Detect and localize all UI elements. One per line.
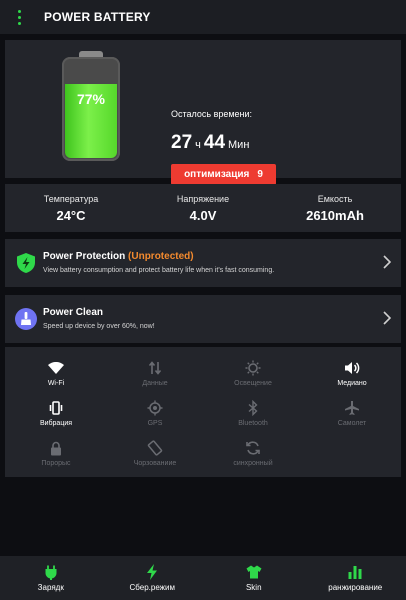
- ranking-icon: [348, 564, 362, 580]
- protection-status: (Unprotected): [128, 251, 194, 262]
- chevron-right-icon: [383, 311, 392, 330]
- toggle-lock[interactable]: Порорыс: [8, 439, 104, 475]
- toggle-label: Вибрация: [39, 420, 73, 427]
- bluetooth-icon: [205, 399, 301, 417]
- menu-dots-icon[interactable]: [8, 9, 30, 25]
- time-remaining-label: Осталось времени:: [171, 109, 253, 119]
- gps-icon: [107, 399, 203, 417]
- data-icon: [107, 359, 203, 377]
- sync-icon: [205, 439, 301, 457]
- quick-toggles-panel: Wi-Fi Данные Освещение Медиано Вибрация …: [5, 347, 401, 477]
- battery-card: 77% Осталось времени: 27 ч 44 Мин оптимизац…: [5, 40, 401, 185]
- power-protection-title-text: Power Protection: [43, 251, 126, 262]
- wifi-icon: [8, 359, 104, 377]
- power-protection-description: View battery consumption and protect bat…: [43, 267, 275, 274]
- temperature-label: Температура: [43, 194, 99, 204]
- voltage-label: Напряжение: [176, 194, 230, 204]
- volume-icon: [304, 359, 400, 377]
- toggle-brightness[interactable]: Освещение: [205, 359, 301, 395]
- toggle-label: Wi-Fi: [47, 380, 65, 387]
- toggle-sync[interactable]: синхронный: [205, 439, 301, 475]
- lock-icon: [8, 439, 104, 457]
- power-protection-title: Power Protection (Unprotected): [43, 251, 194, 262]
- top-bar: POWER BATTERY: [0, 0, 406, 34]
- toggle-wifi[interactable]: Wi-Fi: [8, 359, 104, 395]
- nav-charge[interactable]: Зарядк: [0, 556, 102, 600]
- voltage-value: 4.0V: [189, 208, 217, 223]
- toggle-volume[interactable]: Медиано: [304, 359, 400, 395]
- hours-value: 27: [171, 132, 193, 153]
- power-protection-item[interactable]: Power Protection (Unprotected) View batt…: [5, 239, 401, 287]
- toggle-data[interactable]: Данные: [107, 359, 203, 395]
- power-clean-title: Power Clean: [43, 307, 104, 318]
- minutes-unit: Мин: [228, 139, 250, 151]
- toggle-label: Освещение: [234, 380, 272, 387]
- nav-skin[interactable]: Skin: [203, 556, 305, 600]
- brightness-icon: [205, 359, 301, 377]
- nav-saving-mode[interactable]: Сбер.режим: [102, 556, 204, 600]
- toggle-label: Чорзованиие: [133, 460, 177, 467]
- hours-unit: ч: [195, 139, 201, 151]
- vibrate-icon: [8, 399, 104, 417]
- nav-label: Зарядк: [37, 583, 64, 592]
- power-clean-description: Speed up device by over 60%, now!: [43, 323, 155, 330]
- temperature-value: 24°C: [56, 208, 86, 223]
- toggle-label: Медиано: [337, 380, 367, 387]
- nav-label: ранжирование: [328, 583, 383, 592]
- broom-icon: [15, 308, 37, 330]
- chevron-right-icon: [383, 255, 392, 274]
- optimize-count: 9: [257, 169, 263, 180]
- optimize-button[interactable]: оптимизация 9: [171, 164, 276, 185]
- shield-icon: [15, 252, 37, 274]
- capacity-stat: Емкость 2610mAh: [269, 184, 401, 223]
- bottom-navigation: Зарядк Сбер.режим Skin ранжирование: [0, 556, 406, 600]
- toggle-gps[interactable]: GPS: [107, 399, 203, 435]
- toggle-label: Самолет: [337, 420, 367, 427]
- nav-label: Skin: [245, 583, 262, 592]
- bolt-icon: [146, 564, 158, 580]
- rotate-icon: [107, 439, 203, 457]
- toggle-label: Bluetooth: [238, 420, 268, 427]
- battery-percent: 77%: [76, 91, 106, 107]
- toggle-label: Порорыс: [41, 460, 71, 467]
- toggle-label: синхронный: [233, 460, 273, 467]
- time-remaining-value: 27 ч 44 Мин: [171, 132, 252, 154]
- voltage-stat: Напряжение 4.0V: [137, 184, 269, 223]
- nav-label: Сбер.режим: [129, 583, 176, 592]
- toggle-vibration[interactable]: Вибрация: [8, 399, 104, 435]
- toggle-label: Данные: [142, 380, 168, 387]
- charger-icon: [44, 564, 58, 580]
- minutes-value: 44: [203, 132, 226, 153]
- nav-ranking[interactable]: ранжирование: [305, 556, 406, 600]
- capacity-label: Емкость: [317, 194, 353, 204]
- airplane-icon: [304, 399, 400, 417]
- optimize-label: оптимизация: [184, 169, 250, 180]
- battery-stats-card: Температура 24°C Напряжение 4.0V Емкость…: [5, 184, 401, 232]
- app-title: POWER BATTERY: [44, 10, 151, 24]
- battery-icon: 77%: [62, 51, 120, 161]
- power-clean-item[interactable]: Power Clean Speed up device by over 60%,…: [5, 295, 401, 343]
- toggle-airplane[interactable]: Самолет: [304, 399, 400, 435]
- toggle-label: GPS: [147, 420, 163, 427]
- capacity-value: 2610mAh: [306, 208, 364, 223]
- toggle-bluetooth[interactable]: Bluetooth: [205, 399, 301, 435]
- toggle-rotation[interactable]: Чорзованиие: [107, 439, 203, 475]
- temperature-stat: Температура 24°C: [5, 184, 137, 223]
- shirt-icon: [246, 564, 262, 580]
